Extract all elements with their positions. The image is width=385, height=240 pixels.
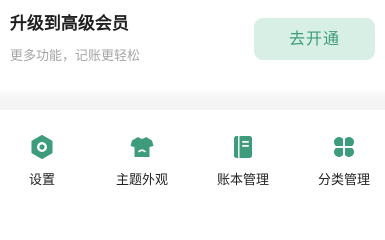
tool-ledger-label: 账本管理 [216,173,269,188]
tool-theme[interactable]: 主题外观 [102,134,182,200]
promo-title: 升级到高级会员 [10,14,129,34]
tools-grid: 设置 主题外观 账本管理 分类管理 [0,110,385,208]
membership-promo-card: 升级到高级会员 更多功能，记账更轻松 去开通 [0,0,385,88]
tool-category[interactable]: 分类管理 [304,134,384,200]
tool-settings-label: 设置 [28,173,55,188]
category-clover-icon [331,134,357,160]
theme-shirt-icon [129,134,155,160]
tool-ledger[interactable]: 账本管理 [203,134,283,200]
tool-theme-label: 主题外观 [115,173,168,188]
membership-page: 升级到高级会员 更多功能，记账更轻松 去开通 设置 主题外观 账本管理 分类管理 [0,0,385,208]
settings-icon [29,134,55,160]
section-divider [0,88,385,110]
promo-subtitle: 更多功能，记账更轻松 [10,49,141,64]
upgrade-button[interactable]: 去开通 [254,18,375,60]
tool-category-label: 分类管理 [317,173,370,188]
tool-settings[interactable]: 设置 [2,134,82,200]
ledger-book-icon [230,134,256,160]
